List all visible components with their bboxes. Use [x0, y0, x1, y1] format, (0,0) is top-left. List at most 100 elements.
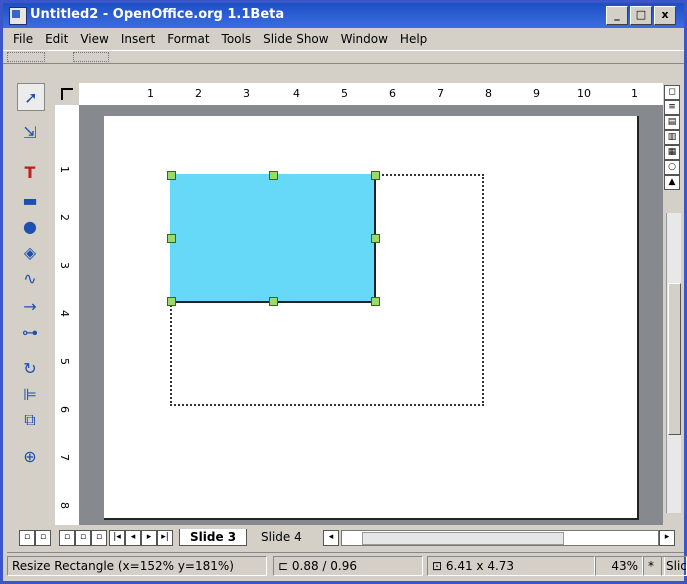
next-slide-icon[interactable]: ▸	[141, 530, 157, 546]
drawing-canvas[interactable]	[80, 106, 663, 525]
scroll-left-icon[interactable]: ◂	[323, 530, 339, 546]
vertical-scrollbar[interactable]	[666, 213, 681, 513]
line-icon[interactable]: →	[17, 293, 43, 319]
ruler-number: 1	[147, 87, 154, 100]
restore-button[interactable]: □	[630, 6, 652, 25]
ruler-number: 6	[389, 87, 396, 100]
resize-handle[interactable]	[269, 297, 278, 306]
resize-handle[interactable]	[371, 297, 380, 306]
window-title: Untitled2 - OpenOffice.org 1.1Beta	[30, 7, 285, 22]
app-icon	[9, 7, 27, 25]
status-size: ⊡ 6.41 x 4.73	[427, 556, 595, 576]
view-mode-icon[interactable]: ▫	[59, 530, 75, 546]
minimize-button[interactable]: _	[606, 6, 628, 25]
ruler-number: 8	[485, 87, 492, 100]
drawing-mode-icon[interactable]: ▫	[19, 530, 35, 546]
close-button[interactable]: x	[654, 6, 676, 25]
slides-view-icon[interactable]: ▤	[664, 115, 680, 130]
app-window: Untitled2 - OpenOffice.org 1.1Beta _ □ x…	[0, 0, 687, 584]
insert-icon[interactable]: ⊕	[17, 443, 43, 469]
ruler-corner	[55, 83, 79, 105]
toolbar-grip[interactable]	[73, 52, 109, 62]
previous-slide-icon[interactable]: ◂	[125, 530, 141, 546]
menu-insert[interactable]: Insert	[115, 32, 161, 46]
outline-view-icon[interactable]: ≡	[664, 100, 680, 115]
ruler-number: 4	[58, 310, 71, 317]
ruler-number: 3	[243, 87, 250, 100]
ruler-number: 3	[58, 262, 71, 269]
resize-handle[interactable]	[167, 171, 176, 180]
align-icon[interactable]: ⊫	[17, 381, 43, 407]
first-slide-icon[interactable]: |◂	[109, 530, 125, 546]
status-slide: Slic	[661, 556, 687, 576]
resize-handle[interactable]	[167, 234, 176, 243]
scroll-up-icon[interactable]: ▲	[664, 175, 680, 190]
ruler-number: 4	[293, 87, 300, 100]
ruler-number: 1	[631, 87, 638, 100]
resize-handle[interactable]	[269, 171, 278, 180]
menu-view[interactable]: View	[74, 32, 114, 46]
layer-mode-icon[interactable]: ▫	[35, 530, 51, 546]
vertical-scroll-thumb[interactable]	[668, 283, 681, 435]
menu-tools[interactable]: Tools	[216, 32, 258, 46]
menu-bar: File Edit View Insert Format Tools Slide…	[3, 28, 687, 50]
menu-slideshow[interactable]: Slide Show	[257, 32, 334, 46]
position-icon: ⊏	[278, 559, 292, 573]
3d-object-icon[interactable]: ◈	[17, 239, 43, 265]
vertical-ruler[interactable]: 1 2 3 4 5 6 7 8	[55, 105, 80, 525]
ruler-number: 6	[58, 406, 71, 413]
slide-show-icon[interactable]: ○	[664, 160, 680, 175]
text-icon[interactable]: T	[17, 159, 43, 185]
slide-page[interactable]	[104, 116, 639, 520]
rectangle-shape[interactable]	[170, 174, 376, 303]
handout-view-icon[interactable]: ▦	[664, 145, 680, 160]
toolbar-grip[interactable]	[7, 52, 45, 62]
ruler-number: 1	[58, 166, 71, 173]
size-value: 6.41 x 4.73	[445, 559, 515, 573]
resize-handle[interactable]	[371, 234, 380, 243]
tab-slide-4[interactable]: Slide 4	[251, 529, 312, 545]
ruler-number: 2	[58, 214, 71, 221]
arrange-icon[interactable]: ⧉	[17, 407, 43, 433]
menu-window[interactable]: Window	[335, 32, 394, 46]
ruler-number: 8	[58, 502, 71, 509]
rotate-icon[interactable]: ↻	[17, 355, 43, 381]
resize-handle[interactable]	[167, 297, 176, 306]
connector-icon[interactable]: ⊶	[17, 319, 43, 345]
menu-edit[interactable]: Edit	[39, 32, 74, 46]
menu-help[interactable]: Help	[394, 32, 433, 46]
resize-handle[interactable]	[371, 171, 380, 180]
horizontal-scrollbar[interactable]	[341, 530, 659, 546]
ellipse-icon[interactable]: ●	[17, 213, 43, 239]
status-bar: Resize Rectangle (x=152% y=181%) ⊏ 0.88 …	[7, 552, 687, 577]
drawing-toolbar: ➚ ⇲ T ▬ ● ◈ ∿ → ⊶ ↻ ⊫ ⧉ ⊕	[17, 83, 47, 513]
ruler-number: 9	[533, 87, 540, 100]
tab-stop-icon[interactable]	[61, 88, 73, 100]
scroll-right-icon[interactable]: ▸	[659, 530, 675, 546]
master-view-icon[interactable]: ▫	[91, 530, 107, 546]
title-bar: Untitled2 - OpenOffice.org 1.1Beta _ □ x	[3, 3, 684, 28]
status-position: ⊏ 0.88 / 0.96	[273, 556, 423, 576]
rectangle-icon[interactable]: ▬	[17, 187, 43, 213]
view-mode-icon[interactable]: ▫	[75, 530, 91, 546]
ruler-number: 2	[195, 87, 202, 100]
last-slide-icon[interactable]: ▸|	[157, 530, 173, 546]
status-zoom[interactable]: 43%	[595, 556, 643, 576]
select-arrow-icon[interactable]: ➚	[17, 83, 45, 111]
drawing-view-icon[interactable]: ◻	[664, 85, 680, 100]
size-icon: ⊡	[432, 559, 446, 573]
status-action: Resize Rectangle (x=152% y=181%)	[7, 556, 267, 576]
menu-format[interactable]: Format	[161, 32, 215, 46]
menu-file[interactable]: File	[7, 32, 39, 46]
zoom-icon[interactable]: ⇲	[17, 119, 43, 145]
horizontal-ruler[interactable]: 1 2 3 4 5 6 7 8 9 10 1	[79, 83, 663, 106]
position-value: 0.88 / 0.96	[291, 559, 357, 573]
slide-tab-bar: ▫ ▫ ▫ ▫ ▫ |◂ ◂ ▸ ▸| Slide 3 Slide 4 ◂ ▸	[17, 526, 681, 548]
horizontal-scroll-thumb[interactable]	[362, 532, 564, 545]
curve-icon[interactable]: ∿	[17, 265, 43, 291]
ruler-number: 10	[577, 87, 591, 100]
notes-view-icon[interactable]: ▥	[664, 130, 680, 145]
ruler-number: 5	[58, 358, 71, 365]
collapsed-toolbar	[3, 50, 684, 64]
tab-slide-3[interactable]: Slide 3	[179, 529, 248, 546]
